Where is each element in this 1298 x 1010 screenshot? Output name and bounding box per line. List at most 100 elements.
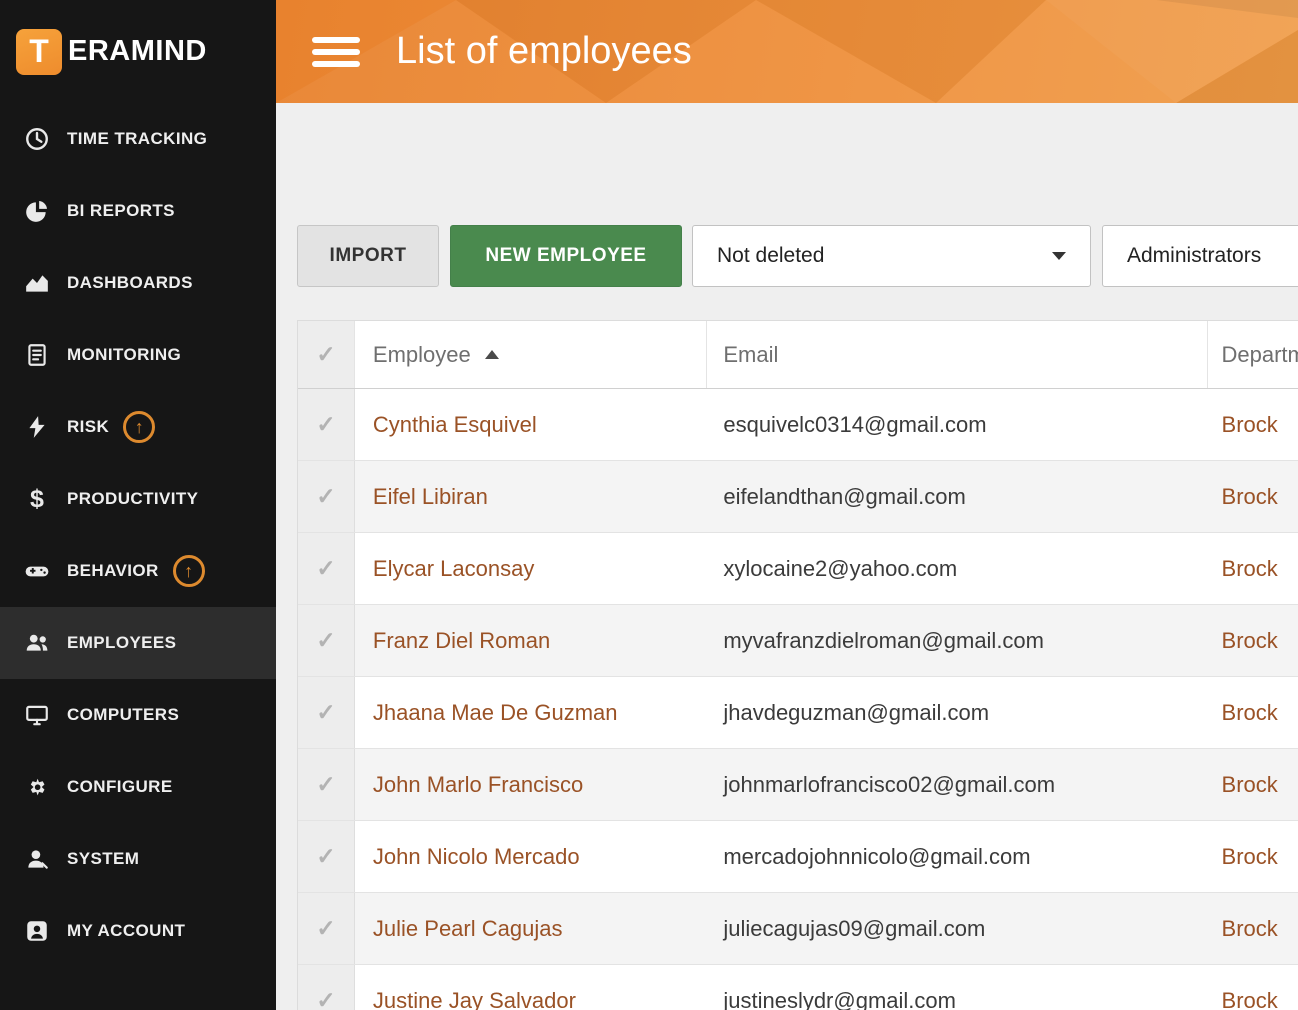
table-row[interactable]: ✓ Franz Diel Roman myvafranzdielroman@gm… [298, 605, 1298, 677]
sidebar-item-label: BI REPORTS [67, 201, 175, 220]
employee-email: jhavdeguzman@gmail.com [723, 699, 990, 725]
pie-chart-icon [22, 198, 52, 224]
sidebar-item-bi-reports[interactable]: BI REPORTS [0, 175, 276, 247]
row-checkbox[interactable]: ✓ [298, 965, 355, 1010]
department-link[interactable]: Brock [1222, 484, 1278, 510]
top-header: List of employees [276, 0, 1298, 103]
sidebar-item-label: EMPLOYEES [67, 633, 177, 652]
column-header-department[interactable]: Department [1208, 321, 1298, 388]
sidebar-item-label: DASHBOARDS [67, 273, 193, 292]
table-row[interactable]: ✓ John Nicolo Mercado mercadojohnnicolo@… [298, 821, 1298, 893]
sidebar-item-configure[interactable]: CONFIGURE [0, 751, 276, 823]
table-row[interactable]: ✓ Jhaana Mae De Guzman jhavdeguzman@gmai… [298, 677, 1298, 749]
sidebar-item-my-account[interactable]: MY ACCOUNT [0, 895, 276, 967]
chevron-down-icon [1052, 252, 1066, 260]
employee-link[interactable]: Franz Diel Roman [373, 628, 550, 654]
sidebar-item-label: TIME TRACKING [67, 129, 208, 148]
department-link[interactable]: Brock [1222, 700, 1278, 726]
column-header-email[interactable]: Email [707, 321, 1208, 388]
role-filter-value: Administrators [1127, 244, 1262, 267]
sidebar: T ERAMIND TIME TRACKING BI REPORTS DASHB… [0, 0, 276, 1010]
row-checkbox[interactable]: ✓ [298, 389, 355, 460]
row-checkbox[interactable]: ✓ [298, 821, 355, 892]
sidebar-item-time-tracking[interactable]: TIME TRACKING [0, 103, 276, 175]
table-row[interactable]: ✓ Elycar Laconsay xylocaine2@yahoo.com B… [298, 533, 1298, 605]
page-title: List of employees [396, 30, 692, 72]
check-icon: ✓ [316, 843, 336, 869]
sidebar-item-label: RISK [67, 417, 110, 436]
employee-link[interactable]: John Marlo Francisco [373, 772, 583, 798]
sidebar-item-computers[interactable]: COMPUTERS [0, 679, 276, 751]
employee-link[interactable]: John Nicolo Mercado [373, 844, 580, 870]
employee-email: johnmarlofrancisco02@gmail.com [723, 771, 1056, 797]
sidebar-item-monitoring[interactable]: MONITORING [0, 319, 276, 391]
check-icon: ✓ [316, 341, 336, 367]
new-employee-button[interactable]: NEW EMPLOYEE [450, 225, 682, 287]
department-link[interactable]: Brock [1222, 772, 1278, 798]
table-row[interactable]: ✓ Julie Pearl Cagujas juliecagujas09@gma… [298, 893, 1298, 965]
area-chart-icon [22, 270, 52, 296]
department-link[interactable]: Brock [1222, 988, 1278, 1010]
main-content: IMPORT NEW EMPLOYEE Not deleted Administ… [276, 103, 1298, 1010]
deleted-filter-value: Not deleted [717, 244, 825, 267]
department-link[interactable]: Brock [1222, 844, 1278, 870]
lightning-icon [22, 414, 52, 440]
select-all-checkbox[interactable]: ✓ [298, 321, 355, 388]
row-checkbox[interactable]: ✓ [298, 893, 355, 964]
department-link[interactable]: Brock [1222, 628, 1278, 654]
sidebar-item-label: BEHAVIOR [67, 561, 159, 580]
sidebar-item-label: PRODUCTIVITY [67, 489, 199, 508]
person-icon [22, 846, 52, 872]
employee-link[interactable]: Cynthia Esquivel [373, 412, 537, 438]
row-checkbox[interactable]: ✓ [298, 677, 355, 748]
employee-link[interactable]: Julie Pearl Cagujas [373, 916, 563, 942]
column-header-employee[interactable]: Employee [355, 321, 708, 388]
sidebar-item-behavior[interactable]: BEHAVIOR ↑ [0, 535, 276, 607]
check-icon: ✓ [316, 699, 336, 725]
department-link[interactable]: Brock [1222, 412, 1278, 438]
gear-icon [22, 774, 52, 800]
department-link[interactable]: Brock [1222, 916, 1278, 942]
logo-text: ERAMIND [68, 35, 207, 67]
sidebar-item-dashboards[interactable]: DASHBOARDS [0, 247, 276, 319]
sidebar-item-label: MY ACCOUNT [67, 921, 186, 940]
dollar-icon: $ [30, 484, 44, 513]
sidebar-item-system[interactable]: SYSTEM [0, 823, 276, 895]
employee-email: xylocaine2@yahoo.com [723, 555, 958, 581]
people-icon [22, 630, 52, 656]
table-row[interactable]: ✓ Justine Jay Salvador justineslydr@gmai… [298, 965, 1298, 1010]
employee-link[interactable]: Justine Jay Salvador [373, 988, 576, 1010]
sidebar-item-risk[interactable]: RISK ↑ [0, 391, 276, 463]
monitor-icon [22, 702, 52, 728]
row-checkbox[interactable]: ✓ [298, 461, 355, 532]
import-button[interactable]: IMPORT [297, 225, 439, 287]
deleted-filter-dropdown[interactable]: Not deleted [692, 225, 1091, 287]
role-filter-dropdown[interactable]: Administrators [1102, 225, 1298, 287]
table-row[interactable]: ✓ Cynthia Esquivel esquivelc0314@gmail.c… [298, 389, 1298, 461]
sort-asc-icon [484, 350, 499, 359]
sidebar-item-productivity[interactable]: $ PRODUCTIVITY [0, 463, 276, 535]
sidebar-item-label: COMPUTERS [67, 705, 180, 724]
sidebar-item-employees[interactable]: EMPLOYEES [0, 607, 276, 679]
check-icon: ✓ [316, 483, 336, 509]
table-header-row: ✓ Employee Email Department [298, 321, 1298, 389]
row-checkbox[interactable]: ✓ [298, 749, 355, 820]
employee-email: esquivelc0314@gmail.com [723, 411, 987, 437]
check-icon: ✓ [316, 987, 336, 1010]
row-checkbox[interactable]: ✓ [298, 605, 355, 676]
teramind-logo[interactable]: T ERAMIND [0, 0, 276, 103]
employee-link[interactable]: Eifel Libiran [373, 484, 488, 510]
gamepad-icon [22, 558, 52, 584]
check-icon: ✓ [316, 411, 336, 437]
menu-icon[interactable] [312, 31, 360, 73]
employee-link[interactable]: Jhaana Mae De Guzman [373, 700, 618, 726]
check-icon: ✓ [316, 771, 336, 797]
employee-email: mercadojohnnicolo@gmail.com [723, 843, 1031, 869]
upgrade-arrow-badge: ↑ [172, 555, 205, 587]
employee-link[interactable]: Elycar Laconsay [373, 556, 534, 582]
table-row[interactable]: ✓ John Marlo Francisco johnmarlofrancisc… [298, 749, 1298, 821]
table-row[interactable]: ✓ Eifel Libiran eifelandthan@gmail.com B… [298, 461, 1298, 533]
sidebar-item-label: CONFIGURE [67, 777, 173, 796]
row-checkbox[interactable]: ✓ [298, 533, 355, 604]
department-link[interactable]: Brock [1222, 556, 1278, 582]
